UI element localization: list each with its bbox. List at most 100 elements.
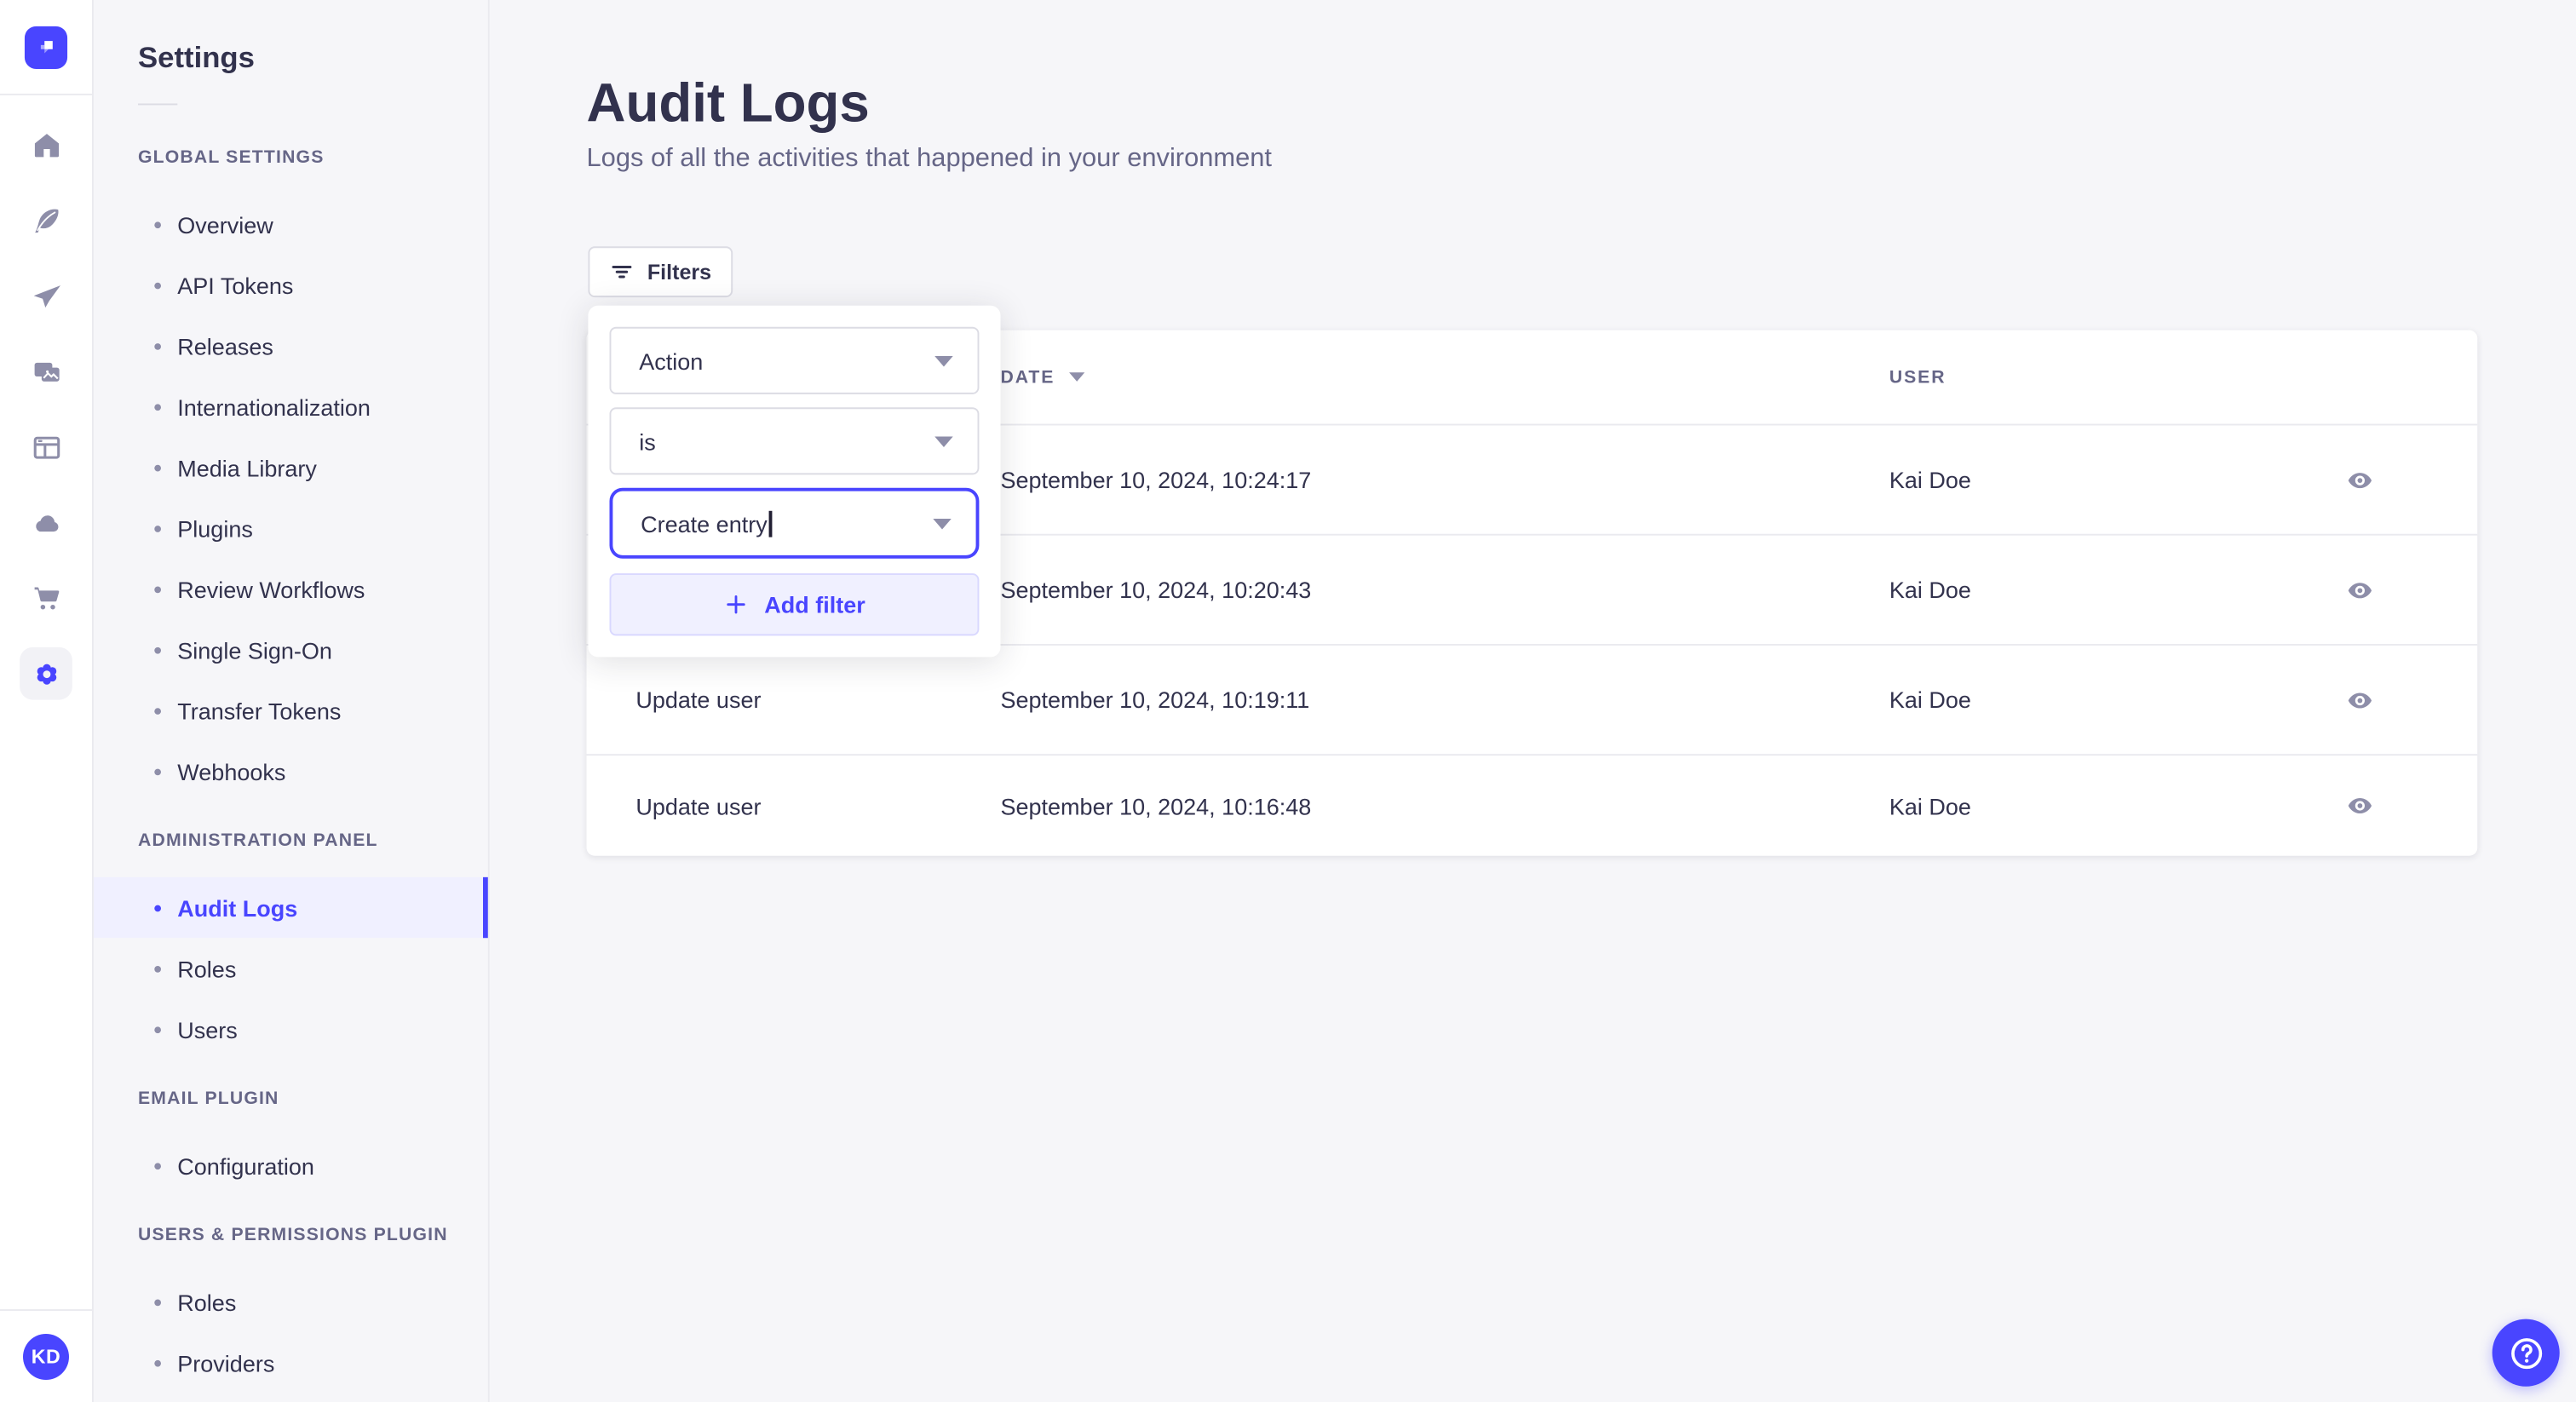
- filters-button-label: Filters: [647, 259, 712, 284]
- bullet-icon: [154, 707, 161, 714]
- filter-popover: Action is Create entry Add filter: [588, 305, 1001, 658]
- sidebar-item-label: Transfer Tokens: [177, 697, 342, 724]
- bullet-icon: [154, 904, 161, 911]
- filter-field-select[interactable]: Action: [609, 326, 980, 394]
- media-library-icon[interactable]: [20, 345, 72, 398]
- sidebar-item-up-roles[interactable]: Roles: [94, 1272, 488, 1332]
- bullet-icon: [154, 221, 161, 228]
- sidebar-item-review-workflows[interactable]: Review Workflows: [94, 559, 488, 619]
- sidebar-item-releases[interactable]: Releases: [94, 315, 488, 376]
- eye-icon: [2347, 582, 2372, 598]
- send-icon[interactable]: [20, 269, 72, 322]
- bullet-icon: [154, 767, 161, 775]
- section-label: EMAIL PLUGIN: [138, 1089, 279, 1109]
- sidebar-divider: [138, 103, 178, 106]
- main-content: Audit Logs Logs of all the activities th…: [490, 0, 2576, 1402]
- sidebar-item-label: Internationalization: [177, 393, 371, 420]
- bullet-icon: [154, 1298, 161, 1306]
- settings-gear-icon[interactable]: [20, 646, 72, 700]
- icon-rail: KD: [0, 0, 94, 1402]
- section-label: ADMINISTRATION PANEL: [138, 830, 378, 851]
- sidebar-item-webhooks[interactable]: Webhooks: [94, 741, 488, 802]
- filter-value-text: Create entry: [641, 509, 768, 537]
- home-icon[interactable]: [20, 118, 72, 171]
- section-label: GLOBAL SETTINGS: [138, 147, 325, 168]
- cell-action: Update user: [635, 687, 762, 713]
- sidebar-item-label: Roles: [177, 1288, 237, 1315]
- sidebar-item-label: Roles: [177, 955, 237, 982]
- view-log-button[interactable]: [2333, 674, 2386, 727]
- cell-action: Update user: [635, 792, 762, 819]
- column-header-user: USER: [1889, 367, 1946, 388]
- layout-icon[interactable]: [20, 421, 72, 474]
- sidebar-section-email-plugin: EMAIL PLUGIN Configuration: [94, 1089, 488, 1196]
- sidebar-item-internationalization[interactable]: Internationalization: [94, 376, 488, 437]
- add-filter-button[interactable]: Add filter: [609, 573, 980, 636]
- add-filter-label: Add filter: [764, 591, 865, 618]
- sidebar-item-overview[interactable]: Overview: [94, 194, 488, 255]
- eye-icon: [2347, 797, 2372, 813]
- marketplace-cart-icon[interactable]: [20, 572, 72, 624]
- sidebar-item-label: Media Library: [177, 454, 317, 481]
- sidebar-item-media-library[interactable]: Media Library: [94, 437, 488, 497]
- sidebar-item-label: Audit Logs: [177, 894, 298, 921]
- column-header-date[interactable]: DATE: [1001, 367, 1889, 387]
- sidebar-section-administration-panel: ADMINISTRATION PANEL Audit Logs Roles Us…: [93, 830, 488, 1060]
- section-label: USERS & PERMISSIONS PLUGIN: [138, 1225, 448, 1245]
- plus-icon: [727, 595, 746, 614]
- strapi-logo-icon[interactable]: [24, 25, 68, 69]
- view-log-button[interactable]: [2333, 453, 2386, 506]
- page-title: Audit Logs: [586, 72, 870, 134]
- page-subtitle: Logs of all the activities that happened…: [586, 144, 1273, 173]
- sidebar-section-users-permissions-plugin: USERS & PERMISSIONS PLUGIN Roles Provide…: [94, 1226, 488, 1393]
- sidebar-item-label: API Tokens: [177, 272, 294, 299]
- bullet-icon: [154, 585, 161, 593]
- filter-value-select[interactable]: Create entry: [609, 487, 980, 559]
- sidebar-item-label: Single Sign-On: [177, 636, 332, 664]
- bullet-icon: [154, 403, 161, 411]
- bullet-icon: [154, 965, 161, 972]
- filter-operator-select[interactable]: is: [609, 407, 980, 475]
- sidebar-item-single-sign-on[interactable]: Single Sign-On: [94, 619, 488, 680]
- eye-icon: [2347, 692, 2372, 708]
- sidebar-item-label: Review Workflows: [177, 575, 365, 602]
- sidebar-item-api-tokens[interactable]: API Tokens: [94, 255, 488, 315]
- sidebar-item-label: Plugins: [177, 514, 253, 542]
- filter-lines-icon: [612, 265, 632, 279]
- sidebar-item-label: Releases: [177, 332, 273, 359]
- column-header-date-label: DATE: [1000, 367, 1055, 388]
- sidebar-item-plugins[interactable]: Plugins: [94, 497, 488, 558]
- cell-user: Kai Doe: [1889, 466, 1971, 493]
- sidebar-item-providers[interactable]: Providers: [94, 1332, 488, 1393]
- strapi-logo-glyph: [39, 41, 52, 54]
- rail-nav: [0, 95, 92, 700]
- bullet-icon: [154, 1359, 161, 1366]
- filters-button[interactable]: Filters: [588, 246, 733, 298]
- table-row[interactable]: Update user September 10, 2024, 10:19:11…: [586, 643, 2478, 754]
- sidebar-item-audit-logs[interactable]: Audit Logs: [93, 876, 488, 939]
- sidebar-item-label: Configuration: [177, 1152, 314, 1179]
- sidebar-section-global-settings: GLOBAL SETTINGS Overview API Tokens Rele…: [94, 148, 488, 802]
- cell-user: Kai Doe: [1889, 576, 1971, 603]
- sidebar-item-transfer-tokens[interactable]: Transfer Tokens: [94, 680, 488, 740]
- sidebar-item-configuration[interactable]: Configuration: [94, 1135, 488, 1196]
- view-log-button[interactable]: [2333, 564, 2386, 617]
- cloud-icon[interactable]: [20, 496, 72, 549]
- sidebar-item-roles[interactable]: Roles: [94, 938, 488, 998]
- bullet-icon: [154, 463, 161, 471]
- help-button[interactable]: [2492, 1319, 2560, 1387]
- text-cursor: [768, 509, 772, 537]
- sidebar-title: Settings: [138, 41, 255, 74]
- feather-icon[interactable]: [20, 194, 72, 247]
- table-row[interactable]: Update user September 10, 2024, 10:16:48…: [586, 754, 2478, 856]
- sort-desc-caret-icon: [1069, 372, 1085, 382]
- bullet-icon: [154, 1026, 161, 1033]
- question-circle-icon: [2510, 1337, 2542, 1369]
- caret-down-icon: [934, 435, 953, 447]
- bullet-icon: [154, 1162, 161, 1169]
- sidebar-item-users[interactable]: Users: [94, 999, 488, 1060]
- avatar[interactable]: KD: [22, 1333, 69, 1380]
- rail-user-area: KD: [0, 1308, 92, 1402]
- view-log-button[interactable]: [2333, 779, 2386, 832]
- cell-date: September 10, 2024, 10:16:48: [1000, 792, 1312, 819]
